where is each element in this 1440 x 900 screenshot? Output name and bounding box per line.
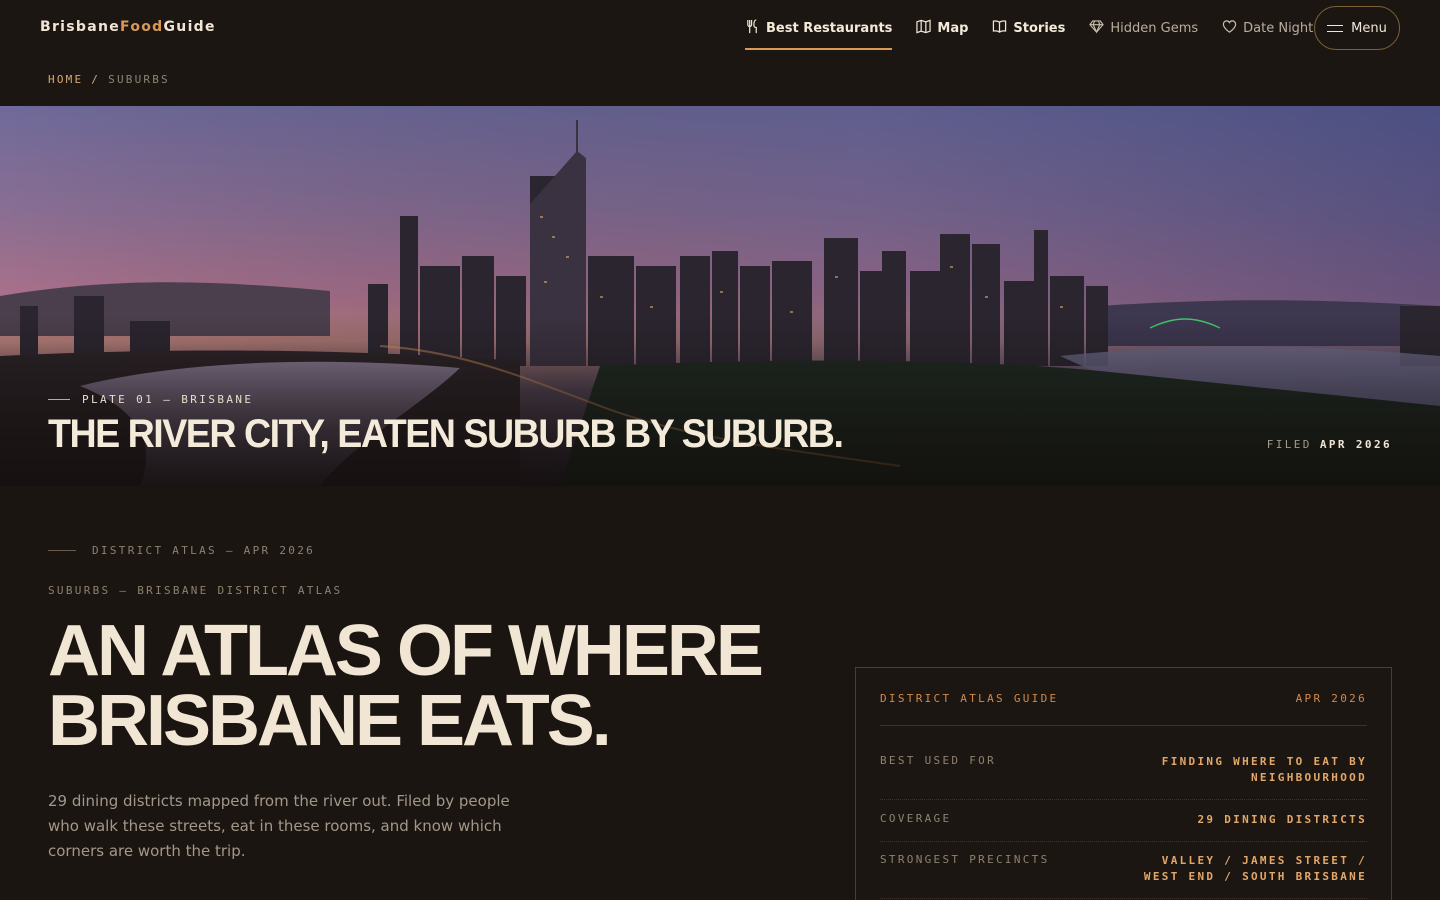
breadcrumb: HOME / SUBURBS: [48, 73, 170, 86]
breadcrumb-home[interactable]: HOME: [48, 73, 83, 86]
fork-knife-icon: [745, 18, 760, 38]
main-nav: Best Restaurants Map Stories Hidden Gems…: [745, 14, 1337, 50]
card-header: DISTRICT ATLAS GUIDE APR 2026: [880, 692, 1367, 726]
section-kicker: SUBURBS — BRISBANE DISTRICT ATLAS: [48, 584, 343, 597]
nav-item-stories[interactable]: Stories: [992, 14, 1065, 42]
menu-button[interactable]: Menu: [1314, 6, 1400, 50]
divider: [48, 550, 76, 551]
card-row-best-used-for: BEST USED FOR FINDING WHERE TO EAT BY NE…: [880, 754, 1367, 800]
card-row-strongest-precincts: STRONGEST PRECINCTS VALLEY / JAMES STREE…: [880, 853, 1367, 899]
hero-plate-label: PLATE 01 — BRISBANE: [48, 393, 253, 406]
gem-icon: [1089, 19, 1105, 38]
breadcrumb-current: SUBURBS: [108, 73, 170, 86]
nav-item-date-night[interactable]: Date Night: [1222, 14, 1313, 42]
book-icon: [992, 19, 1007, 38]
hero-banner: PLATE 01 — BRISBANE THE RIVER CITY, EATE…: [0, 106, 1440, 486]
breadcrumb-separator: /: [91, 73, 101, 86]
map-icon: [916, 19, 932, 38]
nav-item-best-restaurants[interactable]: Best Restaurants: [745, 14, 893, 50]
section-eyebrow: DISTRICT ATLAS — APR 2026: [48, 544, 315, 557]
filed-date: FILED APR 2026: [1266, 438, 1392, 451]
nav-item-map[interactable]: Map: [916, 14, 968, 42]
divider: [48, 399, 70, 400]
hamburger-icon: [1327, 24, 1344, 33]
site-logo[interactable]: BrisbaneFoodGuide: [40, 19, 216, 35]
hero-title: THE RIVER CITY, EATEN SUBURB BY SUBURB.: [48, 412, 844, 456]
card-row-coverage: COVERAGE 29 DINING DISTRICTS: [880, 812, 1367, 842]
district-atlas-guide-card: DISTRICT ATLAS GUIDE APR 2026 BEST USED …: [855, 667, 1392, 900]
site-header: BrisbaneFoodGuide Best Restaurants Map S…: [0, 0, 1440, 106]
intro-paragraph: 29 dining districts mapped from the rive…: [48, 792, 510, 860]
heart-icon: [1222, 19, 1237, 38]
page-title: AN ATLAS OF WHERE BRISBANE EATS.: [48, 611, 764, 761]
nav-item-hidden-gems[interactable]: Hidden Gems: [1089, 14, 1198, 42]
